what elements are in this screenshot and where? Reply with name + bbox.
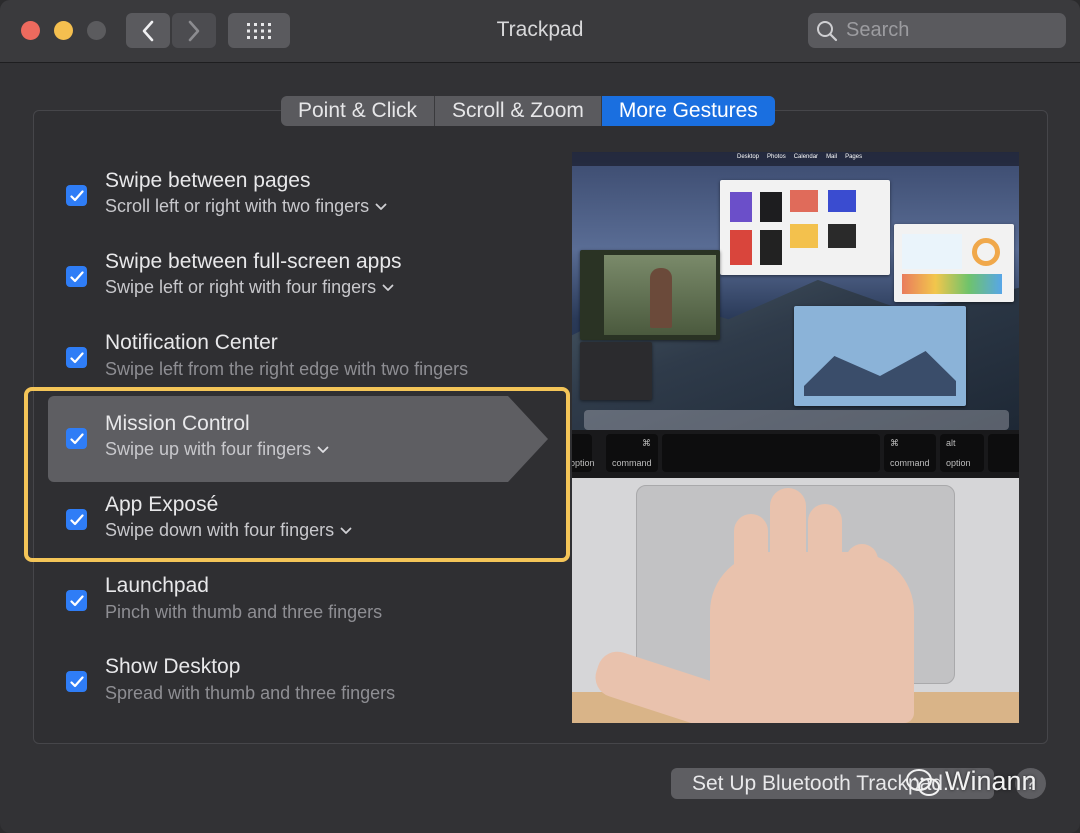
preview-window — [720, 180, 890, 275]
chat-bubbles-icon — [906, 768, 940, 796]
gesture-title: Swipe between full-screen apps — [105, 250, 402, 273]
minimize-window-button[interactable] — [54, 21, 73, 40]
gesture-title: Swipe between pages — [105, 169, 311, 192]
gesture-title: Launchpad — [105, 574, 209, 597]
search-placeholder: Search — [846, 19, 910, 41]
checkbox-show-desktop[interactable] — [66, 671, 87, 692]
grid-icon — [247, 22, 271, 39]
watermark: Winann — [905, 766, 1037, 798]
tab-bar: Point & Click Scroll & Zoom More Gesture… — [281, 96, 775, 126]
watermark-text: Winann — [945, 766, 1037, 796]
close-window-button[interactable] — [21, 21, 40, 40]
title-bar: Trackpad Search — [0, 0, 1080, 63]
preferences-window: Trackpad Search Point & Click Scroll & Z… — [0, 0, 1080, 833]
window-title: Trackpad — [496, 18, 584, 41]
gesture-subtitle: Swipe left from the right edge with two … — [105, 359, 469, 379]
gesture-option-menu[interactable]: Swipe left or right with four fingers — [105, 277, 394, 298]
preview-window — [894, 224, 1014, 302]
gesture-subtitle: Swipe left or right with four fingers — [105, 277, 377, 297]
forward-button[interactable] — [172, 13, 216, 48]
preview-dock — [584, 410, 1009, 430]
chevron-down-icon — [375, 203, 387, 211]
checkmark-icon — [69, 270, 84, 282]
preview-menubar: Desktop Photos Calendar Mail Pages — [572, 152, 1019, 166]
tab-more-gestures[interactable]: More Gestures — [601, 96, 775, 126]
gesture-title: Show Desktop — [105, 655, 241, 678]
preview-window — [794, 306, 966, 406]
back-button[interactable] — [126, 13, 170, 48]
preview-screen: Desktop Photos Calendar Mail Pages — [572, 152, 1019, 430]
gesture-preview-image: Desktop Photos Calendar Mail Pages optio… — [572, 152, 1019, 723]
checkmark-icon — [69, 675, 84, 687]
preview-window — [580, 342, 652, 400]
gesture-title: Notification Center — [105, 331, 278, 354]
chevron-down-icon — [382, 284, 394, 292]
search-field[interactable]: Search — [808, 13, 1066, 48]
gesture-option-menu[interactable]: Scroll left or right with two fingers — [105, 196, 387, 217]
checkbox-notification-center[interactable] — [66, 347, 87, 368]
checkmark-icon — [69, 351, 84, 363]
preview-keyboard: option ⌘ command ⌘ command alt option — [572, 430, 1019, 478]
annotation-highlight-box — [24, 387, 570, 562]
checkbox-swipe-between-apps[interactable] — [66, 266, 87, 287]
checkmark-icon — [69, 594, 84, 606]
checkmark-icon — [69, 189, 84, 201]
checkbox-swipe-between-pages[interactable] — [66, 185, 87, 206]
tab-scroll-zoom[interactable]: Scroll & Zoom — [435, 96, 602, 126]
checkbox-launchpad[interactable] — [66, 590, 87, 611]
gesture-subtitle: Scroll left or right with two fingers — [105, 196, 370, 216]
search-icon — [817, 21, 838, 42]
show-all-button[interactable] — [228, 13, 290, 48]
tab-point-click[interactable]: Point & Click — [281, 96, 436, 126]
gesture-subtitle: Pinch with thumb and three fingers — [105, 602, 383, 622]
preview-window — [580, 250, 720, 340]
chevron-right-icon — [188, 20, 200, 41]
chevron-left-icon — [142, 20, 154, 41]
gesture-subtitle: Spread with thumb and three fingers — [105, 683, 396, 703]
zoom-window-button[interactable] — [87, 21, 106, 40]
